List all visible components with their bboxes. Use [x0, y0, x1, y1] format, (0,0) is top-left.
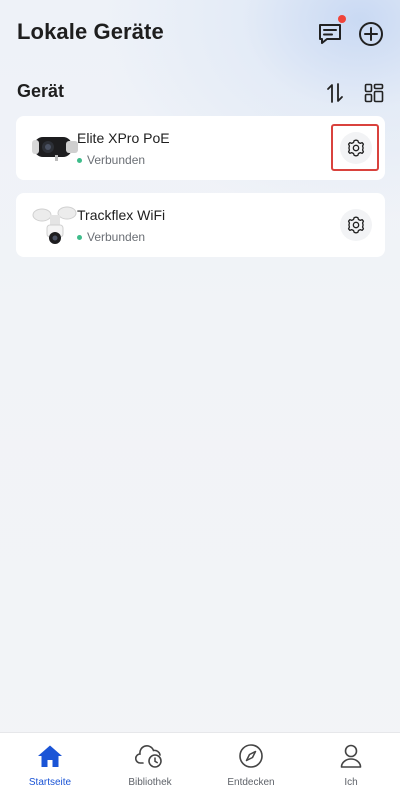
- device-settings-button[interactable]: [340, 209, 372, 241]
- device-status: Verbunden: [77, 153, 145, 167]
- device-card[interactable]: Elite XPro PoE Verbunden: [16, 116, 385, 180]
- sort-button[interactable]: [323, 81, 347, 105]
- grid-layout-icon: [364, 83, 384, 103]
- add-device-button[interactable]: [356, 19, 386, 49]
- tab-ich[interactable]: Ich: [311, 741, 391, 788]
- status-dot: [77, 157, 82, 163]
- section-title: Gerät: [17, 81, 65, 101]
- device-status-text: Verbunden: [87, 153, 146, 167]
- compass-icon: [239, 744, 263, 768]
- messages-button[interactable]: [315, 15, 346, 49]
- device-name: Trackflex WiFi: [77, 207, 166, 223]
- device-status-text: Verbunden: [87, 230, 146, 244]
- camera-thumbnail: [32, 137, 78, 161]
- tab-label: Bibliothek: [128, 777, 172, 788]
- page-title: Lokale Geräte: [17, 19, 164, 44]
- tab-label: Startseite: [28, 777, 72, 788]
- sort-icon: [327, 83, 343, 103]
- tab-bibliothek[interactable]: Bibliothek: [110, 741, 190, 788]
- status-dot: [77, 234, 82, 240]
- device-status: Verbunden: [77, 230, 145, 244]
- device-name: Elite XPro PoE: [77, 130, 170, 146]
- tab-label: Ich: [344, 777, 358, 788]
- cloud-clock-icon: [135, 745, 162, 768]
- gear-icon: [347, 216, 365, 234]
- layout-toggle-button[interactable]: [362, 81, 386, 105]
- tab-label: Entdecken: [227, 777, 275, 788]
- chat-icon: [319, 24, 341, 44]
- home-icon: [38, 745, 62, 767]
- camera-thumbnail: [32, 206, 77, 244]
- highlight-box: [331, 124, 379, 171]
- bottom-tab-bar: Startseite Bibliothek Entdecken Ich: [0, 732, 400, 810]
- device-card[interactable]: Trackflex WiFi Verbunden: [16, 193, 385, 257]
- notification-dot: [338, 15, 346, 23]
- tab-startseite[interactable]: Startseite: [10, 741, 90, 788]
- person-icon: [340, 744, 362, 768]
- header: Lokale Geräte: [0, 0, 400, 70]
- add-circle-icon: [359, 22, 383, 46]
- tab-entdecken[interactable]: Entdecken: [211, 741, 291, 788]
